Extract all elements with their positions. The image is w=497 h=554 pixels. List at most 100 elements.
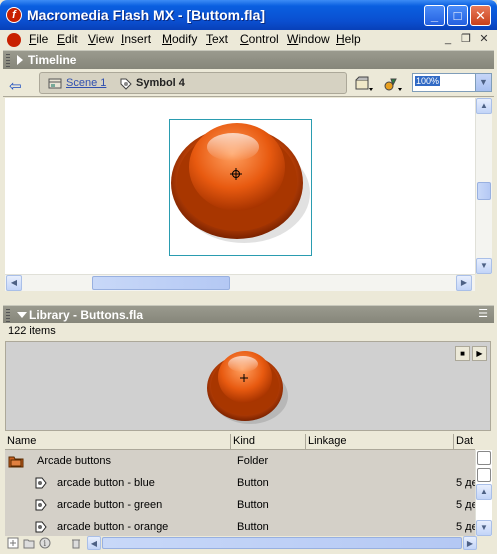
zoom-select[interactable]: 100% ▼ — [412, 73, 492, 92]
edit-symbols-icon[interactable] — [383, 76, 403, 92]
collapse-arrow-icon[interactable] — [17, 312, 27, 318]
expand-arrow-icon[interactable] — [17, 55, 23, 65]
breadcrumb: Scene 1 Symbol 4 — [39, 72, 347, 94]
item-date: 5 де — [456, 521, 475, 533]
delete-trash-icon[interactable] — [70, 537, 82, 549]
close-button[interactable]: ✕ — [470, 5, 491, 26]
item-name: arcade button - orange — [57, 521, 169, 533]
menu-bar: File Edit View Insert Modify Text Contro… — [0, 30, 497, 49]
button-symbol-icon — [35, 521, 47, 533]
column-header-date[interactable]: Dat — [454, 434, 475, 450]
scroll-down-icon[interactable]: ▼ — [476, 258, 492, 274]
symbol-label: Symbol 4 — [136, 77, 185, 89]
edit-scene-icon[interactable] — [354, 76, 374, 92]
stage-horizontal-scrollbar[interactable]: ◀ ▶ — [5, 274, 475, 291]
menu-window-key: W — [287, 32, 299, 46]
column-header-name[interactable]: Name — [5, 434, 231, 450]
stop-icon[interactable]: ■ — [455, 346, 470, 361]
title-bar: f Macromedia Flash MX - [Buttom.fla] _ □… — [0, 0, 497, 30]
menu-edit-key: E — [57, 32, 66, 46]
list-item[interactable]: arcade button - green Button 5 де — [5, 494, 475, 516]
list-item[interactable]: arcade button - blue Button 5 де — [5, 472, 475, 494]
scene-icon — [48, 78, 62, 89]
menu-modify[interactable]: Modify — [162, 32, 197, 46]
item-kind: Folder — [237, 455, 269, 467]
scene-link[interactable]: Scene 1 — [66, 77, 106, 89]
item-kind: Button — [237, 477, 269, 489]
menu-help-key: H — [336, 32, 345, 46]
orange-button-symbol[interactable] — [169, 119, 312, 256]
menu-help-rest: elp — [344, 32, 361, 46]
button-symbol-icon — [35, 477, 47, 489]
library-horizontal-scroll-thumb[interactable] — [102, 537, 462, 549]
menu-edit[interactable]: Edit — [57, 32, 78, 46]
column-header-linkage[interactable]: Linkage — [306, 434, 454, 450]
list-item[interactable]: Arcade buttons Folder — [5, 450, 475, 472]
panel-options-menu-icon[interactable]: ☰ — [478, 307, 488, 320]
stage-canvas[interactable] — [5, 98, 475, 274]
doc-restore-button[interactable]: ❐ — [459, 33, 473, 46]
button-symbol-icon — [35, 499, 47, 511]
menu-text[interactable]: Text — [206, 32, 228, 46]
menu-file-rest: ile — [36, 32, 49, 46]
menu-edit-rest: dit — [65, 32, 78, 46]
menu-window-rest: indow — [298, 32, 330, 46]
library-vertical-scrollbar[interactable]: ▲ ▼ — [475, 450, 492, 536]
flash-app-icon[interactable]: f — [6, 7, 22, 23]
zoom-value: 100% — [415, 76, 441, 86]
library-preview-pane: ■ ▶ — [5, 341, 491, 431]
scroll-up-icon[interactable]: ▲ — [476, 98, 492, 114]
menu-help[interactable]: Help — [336, 32, 361, 46]
scroll-down-icon[interactable]: ▼ — [476, 520, 492, 536]
panel-grip-icon[interactable] — [6, 54, 10, 67]
close-glyph: ✕ — [475, 8, 486, 23]
column-header-kind[interactable]: Kind — [231, 434, 306, 450]
scroll-right-icon[interactable]: ▶ — [456, 275, 472, 291]
new-symbol-icon[interactable] — [7, 537, 19, 549]
narrow-view-icon[interactable] — [477, 468, 491, 482]
vertical-scroll-thumb[interactable] — [477, 182, 491, 200]
item-kind: Button — [237, 499, 269, 511]
scroll-left-icon[interactable]: ◀ — [87, 536, 101, 550]
document-icon[interactable] — [7, 33, 21, 47]
properties-icon[interactable]: i — [39, 537, 51, 549]
maximize-button[interactable]: □ — [447, 5, 468, 26]
timeline-label: Timeline — [28, 53, 77, 67]
item-name: arcade button - green — [57, 499, 163, 511]
menu-modify-key: M — [162, 32, 172, 46]
menu-view[interactable]: View — [88, 32, 114, 46]
scroll-up-icon[interactable]: ▲ — [476, 484, 492, 500]
play-icon[interactable]: ▶ — [472, 346, 487, 361]
library-panel-header[interactable]: Library - Buttons.fla ☰ — [3, 305, 494, 323]
menu-control[interactable]: Control — [240, 32, 279, 46]
wide-view-icon[interactable] — [477, 451, 491, 465]
scroll-left-icon[interactable]: ◀ — [6, 275, 22, 291]
item-date: 5 де — [456, 477, 475, 489]
list-item[interactable]: arcade button - orange Button 5 де — [5, 516, 475, 536]
panel-grip-icon[interactable] — [6, 309, 10, 322]
scroll-right-icon[interactable]: ▶ — [463, 536, 477, 550]
timeline-panel-header[interactable]: Timeline — [3, 50, 494, 69]
menu-text-rest: ext — [212, 32, 229, 46]
library-column-headers: Name Kind Linkage Dat — [5, 434, 475, 450]
minimize-button[interactable]: _ — [424, 5, 445, 26]
svg-text:i: i — [44, 539, 47, 548]
stage-vertical-scrollbar[interactable]: ▲ ▼ — [475, 98, 492, 274]
menu-file[interactable]: File — [29, 32, 48, 46]
new-folder-icon[interactable] — [23, 537, 35, 549]
library-item-list: Arcade buttons Folder arcade button - bl… — [5, 450, 475, 536]
back-arrow-icon[interactable]: ⇦ — [9, 77, 22, 95]
minimize-glyph: _ — [430, 8, 439, 23]
menu-view-rest: iew — [95, 32, 114, 46]
doc-close-button[interactable]: ✕ — [477, 33, 491, 46]
item-kind: Button — [237, 521, 269, 533]
item-date: 5 де — [456, 499, 475, 511]
library-bottom-toolbar: i ◀ ▶ — [3, 536, 494, 551]
item-name: Arcade buttons — [37, 455, 111, 467]
menu-window[interactable]: Window — [287, 32, 330, 46]
zoom-dropdown-chevron-icon[interactable]: ▼ — [475, 74, 491, 91]
menu-insert[interactable]: Insert — [121, 32, 151, 46]
horizontal-scroll-thumb[interactable] — [92, 276, 230, 290]
library-title: Library - Buttons.fla — [29, 308, 144, 322]
doc-minimize-button[interactable]: _ — [441, 33, 455, 46]
